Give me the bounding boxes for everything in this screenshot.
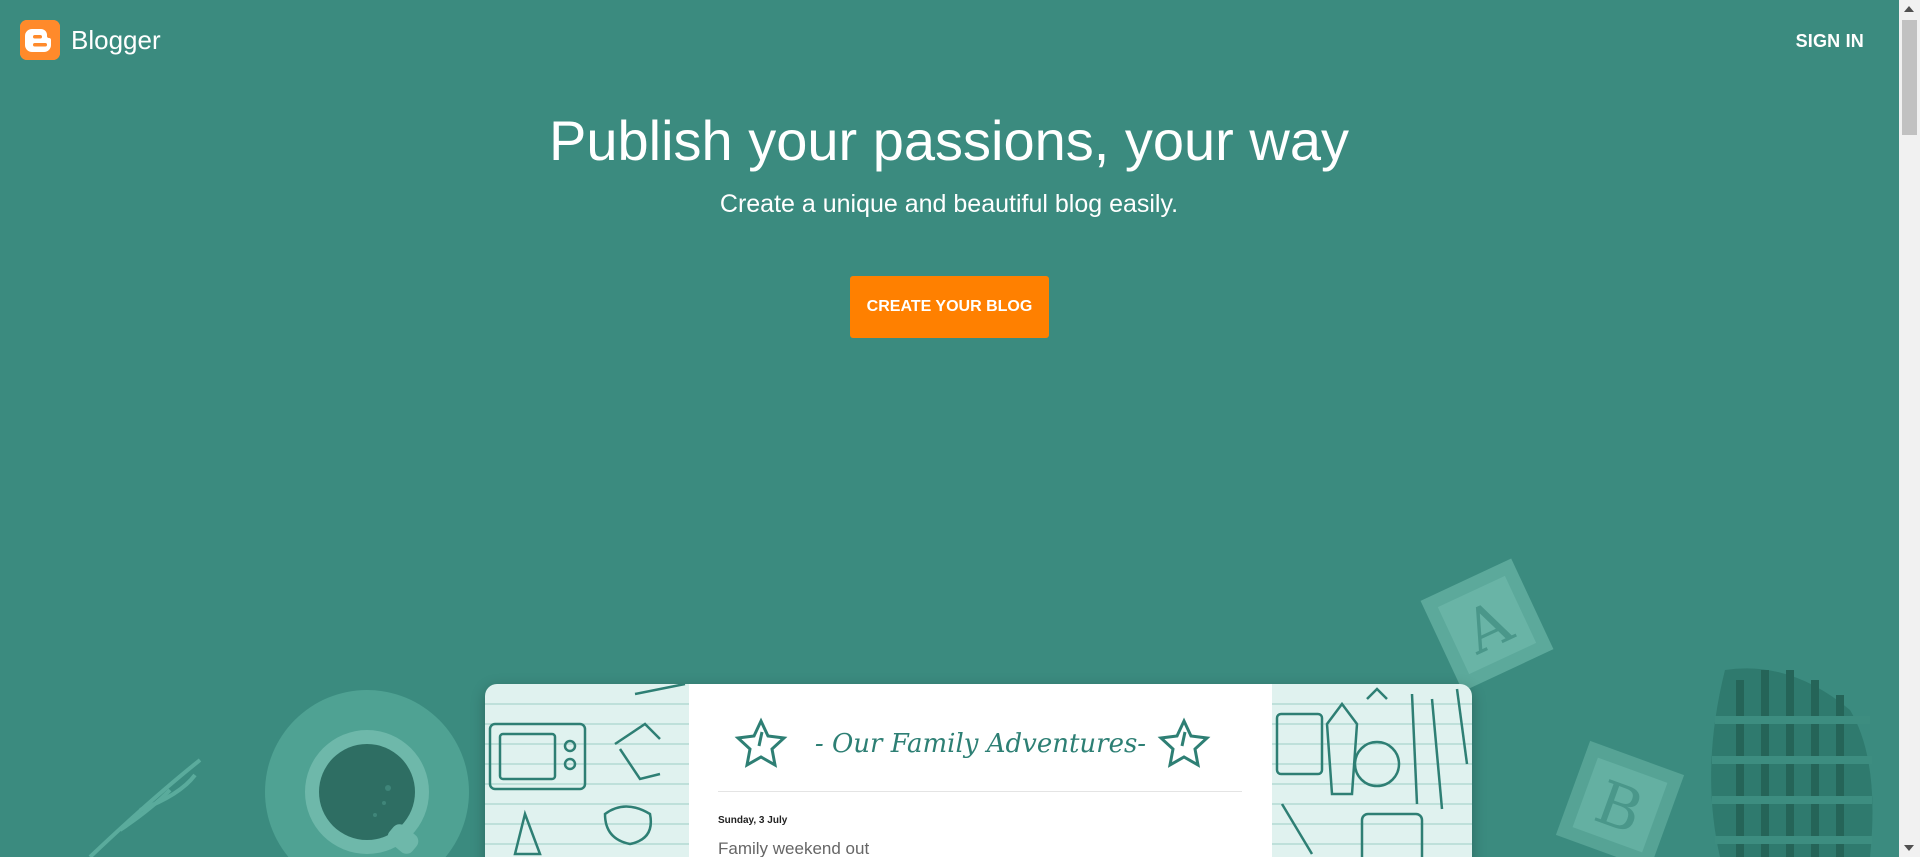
coffee-cup-icon: [265, 690, 469, 857]
letter-block-a-icon: A: [1420, 558, 1554, 692]
blog-preview-paper: - Our Family Adventures- Sunday, 3 July …: [689, 684, 1272, 857]
scrollbar-thumb[interactable]: [1902, 20, 1917, 135]
hero-subtitle: Create a unique and beautiful blog easil…: [719, 190, 1179, 218]
blog-post-title: Family weekend out: [718, 839, 870, 857]
plaid-fabric-icon: [1711, 668, 1873, 857]
doodle-pattern-right: [1272, 687, 1472, 857]
doodle-pattern-left: [485, 684, 689, 856]
leaf-icon: [88, 758, 202, 857]
hero-title: Publish your passions, your way: [549, 109, 1349, 172]
blogger-icon: [20, 20, 60, 60]
blog-post-date: Sunday, 3 July: [718, 815, 788, 826]
scroll-down-icon[interactable]: [1904, 845, 1914, 851]
letter-block-b-icon: B: [1555, 740, 1685, 857]
brand-name: Blogger: [71, 24, 161, 55]
top-bar: Blogger SIGN IN: [0, 0, 1898, 80]
scroll-up-icon[interactable]: [1904, 6, 1914, 12]
create-blog-button[interactable]: CREATE YOUR BLOG: [850, 276, 1049, 338]
blog-preview-card: - Our Family Adventures- Sunday, 3 July …: [485, 684, 1472, 857]
sign-in-link[interactable]: SIGN IN: [1796, 31, 1864, 52]
divider: [718, 791, 1242, 792]
page-scrollbar[interactable]: [1899, 0, 1920, 857]
blog-preview-title: - Our Family Adventures-: [814, 729, 1147, 759]
blogger-logo[interactable]: Blogger: [20, 20, 161, 60]
